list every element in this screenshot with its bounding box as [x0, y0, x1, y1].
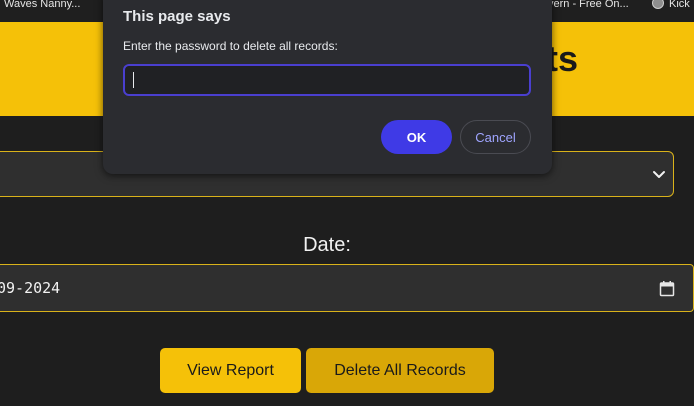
bookmark-label: Kick — [669, 0, 690, 10]
date-label: Date: — [303, 234, 351, 256]
page: Waves Nanny... vern - Free On... Kick rt… — [0, 0, 694, 406]
bookmark-item[interactable]: Kick — [652, 0, 690, 22]
delete-all-records-button[interactable]: Delete All Records — [306, 348, 494, 393]
calendar-icon[interactable] — [659, 280, 675, 297]
dialog-message: Enter the password to delete all records… — [123, 39, 338, 53]
bookmark-item[interactable]: vern - Free On... — [548, 0, 629, 22]
date-value: 09-2024 — [0, 279, 61, 297]
view-report-button[interactable]: View Report — [160, 348, 301, 393]
password-input[interactable] — [123, 64, 531, 96]
prompt-dialog: This page says Enter the password to del… — [103, 0, 552, 174]
globe-icon — [652, 0, 664, 9]
chevron-down-icon — [653, 171, 665, 178]
date-input[interactable]: 09-2024 — [0, 264, 694, 312]
bookmark-item[interactable]: Waves Nanny... — [4, 0, 80, 22]
dialog-title: This page says — [123, 8, 231, 25]
bookmark-label: vern - Free On... — [548, 0, 629, 10]
ok-button[interactable]: OK — [381, 120, 452, 154]
cancel-button[interactable]: Cancel — [460, 120, 531, 154]
bookmark-label: Waves Nanny... — [4, 0, 81, 10]
text-caret — [133, 72, 134, 88]
